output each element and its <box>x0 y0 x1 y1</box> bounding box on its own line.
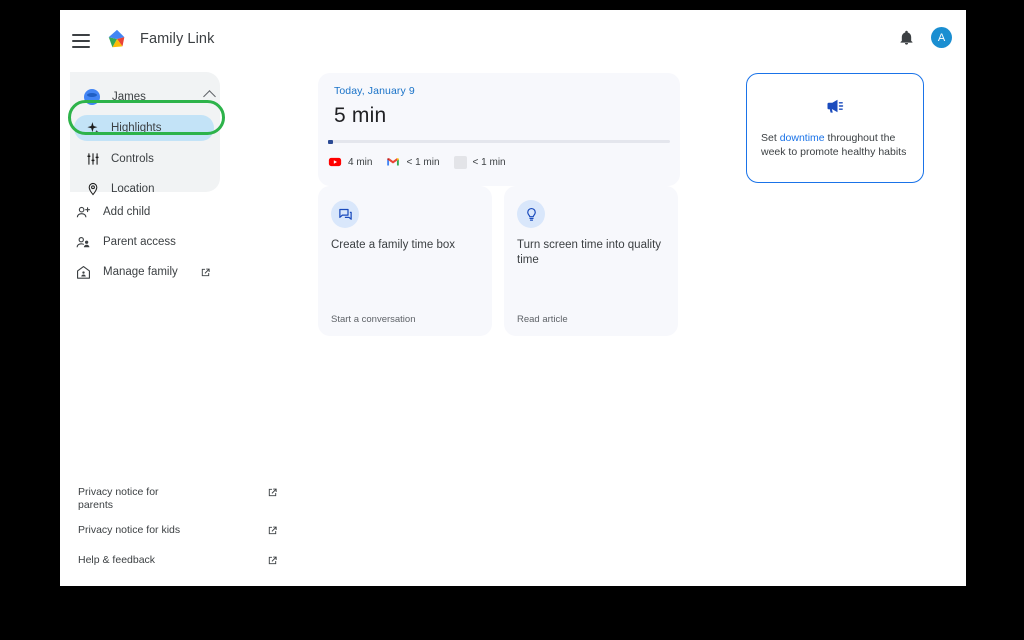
sliders-icon <box>87 153 99 165</box>
screen-time-app-list: 4 min < 1 min < 1 min <box>328 155 506 169</box>
sidebar-item-label-controls: Controls <box>111 153 154 165</box>
people-icon <box>76 236 90 247</box>
content-card-quality-time[interactable]: Turn screen time into quality time Read … <box>504 186 678 336</box>
app-usage-other: < 1 min <box>453 155 506 169</box>
chevron-up-icon[interactable] <box>203 90 216 103</box>
hamburger-menu-icon[interactable] <box>72 34 94 50</box>
home-family-icon <box>77 265 90 279</box>
downtime-promo-text: Set downtime throughout the week to prom… <box>761 131 913 159</box>
footer-link-label-privacy-kids: Privacy notice for kids <box>78 524 181 536</box>
sparkle-icon <box>87 122 99 135</box>
lightbulb-icon <box>526 207 536 221</box>
sidebar-link-label-add-child: Add child <box>103 206 151 218</box>
topbar-actions: A <box>898 27 952 48</box>
card-action-start-conversation[interactable]: Start a conversation <box>331 314 416 325</box>
sidebar-link-add-child[interactable]: Add child <box>76 201 256 223</box>
screen-time-progress-bar <box>328 139 670 144</box>
sidebar-item-highlights[interactable]: Highlights <box>74 115 214 141</box>
footer-link-help-feedback[interactable]: Help & feedback <box>78 554 278 567</box>
location-pin-icon <box>88 182 98 196</box>
sidebar-item-label-location: Location <box>111 183 155 195</box>
app-title: Family Link <box>140 31 215 47</box>
downtime-promo-card[interactable]: Set downtime throughout the week to prom… <box>746 73 924 183</box>
downtime-link[interactable]: downtime <box>780 132 825 144</box>
sidebar-item-location[interactable]: Location <box>74 176 214 202</box>
bell-icon[interactable] <box>898 28 915 47</box>
family-link-app-window: Family Link A James Highlights Controls … <box>60 10 966 586</box>
app-usage-time-youtube: 4 min <box>348 156 373 168</box>
child-avatar <box>84 89 100 105</box>
megaphone-icon <box>827 99 844 113</box>
screenshot-root: Family Link A James Highlights Controls … <box>0 0 1024 640</box>
sidebar-item-controls[interactable]: Controls <box>74 146 214 172</box>
sidebar-link-parent-access[interactable]: Parent access <box>76 231 256 253</box>
main-content: Today, January 9 5 min 4 min < 1 min < 1… <box>318 62 966 586</box>
card-title-quality-time: Turn screen time into quality time <box>517 239 662 266</box>
footer-link-label-privacy-parents: Privacy notice for parents <box>78 486 159 511</box>
footer-link-privacy-parents[interactable]: Privacy notice for parents <box>78 486 278 512</box>
content-card-family-time-box[interactable]: Create a family time box Start a convers… <box>318 186 492 336</box>
sidebar-item-label-highlights: Highlights <box>111 122 162 134</box>
footer-link-label-help-feedback: Help & feedback <box>78 554 156 566</box>
sidebar: James Highlights Controls Location Add c… <box>60 62 318 586</box>
progress-indicator <box>328 139 333 144</box>
external-link-icon <box>268 526 277 535</box>
promo-text-before: Set <box>761 132 780 144</box>
app-usage-youtube: 4 min <box>328 155 372 169</box>
child-section-panel: James Highlights Controls Location <box>68 72 225 196</box>
app-usage-gmail: < 1 min <box>386 155 440 169</box>
youtube-icon <box>328 157 342 167</box>
screen-time-date: Today, January 9 <box>334 85 415 97</box>
card-icon-container <box>331 200 359 228</box>
app-usage-time-gmail: < 1 min <box>406 156 440 168</box>
external-link-icon <box>201 268 210 276</box>
external-link-icon <box>268 556 277 565</box>
sidebar-link-label-manage-family: Manage family <box>103 266 178 278</box>
child-name-label: James <box>112 91 146 103</box>
sidebar-link-manage-family[interactable]: Manage family <box>76 261 216 283</box>
card-icon-container <box>517 200 545 228</box>
child-selector-james[interactable]: James <box>80 85 220 109</box>
card-action-read-article[interactable]: Read article <box>517 314 568 325</box>
screen-time-card[interactable]: Today, January 9 5 min 4 min < 1 min < 1… <box>318 73 680 186</box>
sidebar-link-label-parent-access: Parent access <box>103 236 176 248</box>
app-placeholder-icon <box>453 155 467 169</box>
top-app-bar: Family Link A <box>60 10 966 62</box>
avatar[interactable]: A <box>931 27 952 48</box>
footer-link-privacy-kids[interactable]: Privacy notice for kids <box>78 524 278 537</box>
card-title-family-time-box: Create a family time box <box>331 239 455 251</box>
external-link-icon <box>268 488 277 497</box>
screen-time-total: 5 min <box>334 104 387 127</box>
chat-bubble-icon <box>338 208 352 220</box>
gmail-icon <box>387 157 400 166</box>
person-add-icon <box>76 206 90 217</box>
app-usage-time-other: < 1 min <box>472 156 506 168</box>
family-link-logo <box>108 29 125 48</box>
brand-area: Family Link <box>106 28 214 50</box>
